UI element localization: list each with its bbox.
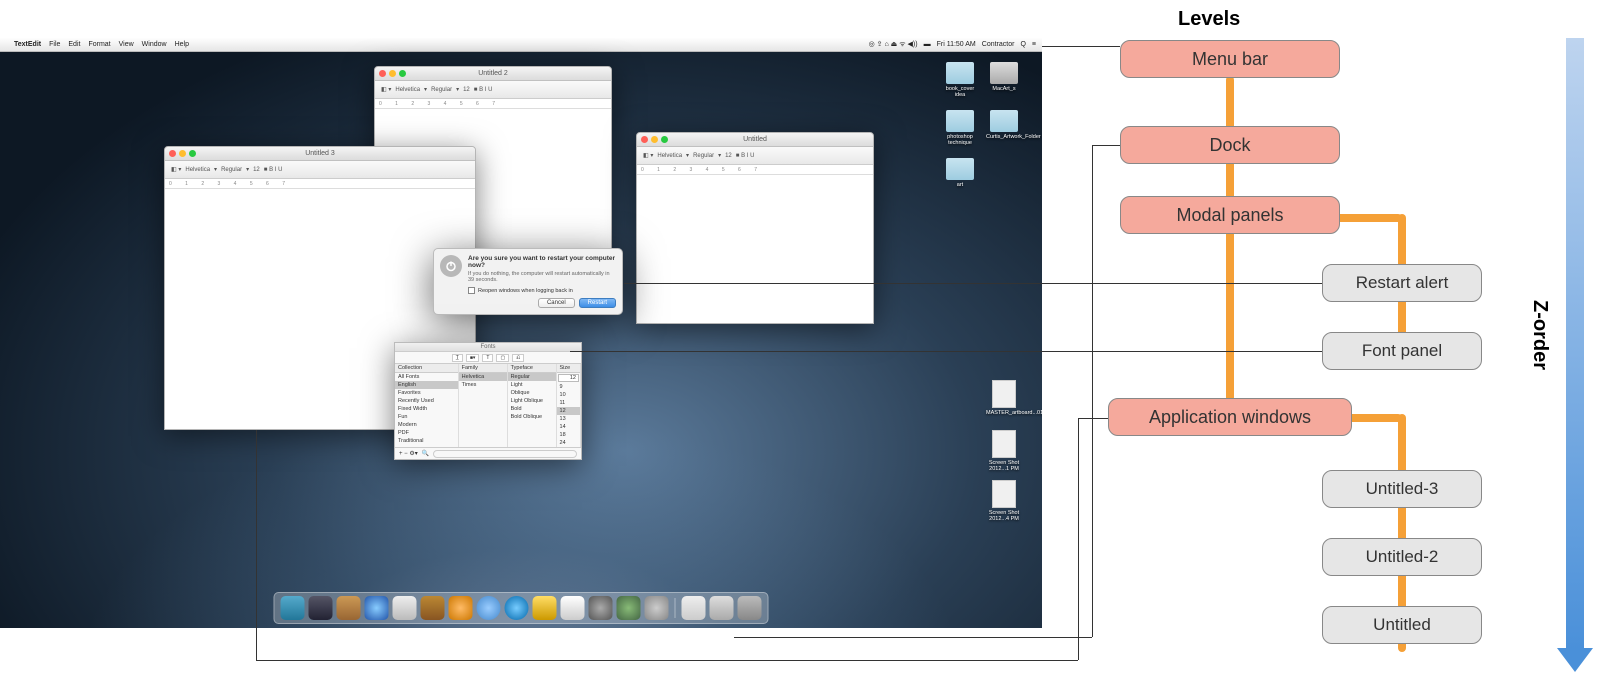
menubar-time[interactable]: Fri 11:50 AM (937, 41, 976, 48)
format-toolbar[interactable]: ◧ ▾ Helvetica▾ Regular▾ 12 ■ B I U (637, 147, 873, 165)
z-order-arrow (1566, 38, 1584, 650)
level-dock: Dock (1120, 126, 1340, 164)
callout-line (256, 430, 257, 660)
titlebar[interactable]: Untitled (637, 133, 873, 147)
menu-file[interactable]: File (49, 41, 60, 48)
arrowhead-icon (1557, 648, 1593, 672)
sub-untitled-3: Untitled-3 (1322, 470, 1482, 508)
level-menubar: Menu bar (1120, 40, 1340, 78)
dock-textedit-icon[interactable] (682, 596, 706, 620)
ruler: 0 1 2 3 4 5 6 7 (375, 99, 611, 109)
alert-subtext: If you do nothing, the computer will res… (468, 271, 616, 283)
sub-untitled: Untitled (1322, 606, 1482, 644)
file-icon[interactable] (992, 430, 1016, 458)
checkbox-icon[interactable] (468, 287, 475, 294)
callout-line (1078, 418, 1079, 660)
menu-view[interactable]: View (119, 41, 134, 48)
folder-icon[interactable] (946, 110, 974, 132)
diagram-title: Levels (1178, 8, 1240, 31)
format-toolbar[interactable]: ◧ ▾ Helvetica▾ Regular▾ 12 ■ B I U (165, 161, 475, 179)
alert-heading: Are you sure you want to restart your co… (468, 255, 616, 269)
callout-line (1078, 418, 1108, 419)
dock-timemachine-icon[interactable] (617, 596, 641, 620)
file-icon[interactable] (992, 480, 1016, 508)
dock-preferences-icon[interactable] (645, 596, 669, 620)
level-modal-panels: Modal panels (1120, 196, 1340, 234)
font-panel-title: Fonts (395, 343, 581, 352)
menu-help[interactable]: Help (175, 41, 189, 48)
status-icons[interactable]: ◎ ⇪ ⌂ ⏏ ᯤ ◀)) (869, 40, 918, 49)
titlebar[interactable]: Untitled 2 (375, 67, 611, 81)
cancel-button[interactable]: Cancel (538, 298, 575, 308)
dock-trash-icon[interactable] (738, 596, 762, 620)
ruler: 0 1 2 3 4 5 6 7 (165, 179, 475, 189)
z-order-label: Z-order (1528, 300, 1551, 370)
window-title: Untitled 3 (305, 150, 335, 157)
level-application-windows: Application windows (1108, 398, 1352, 436)
callout-line (570, 351, 1322, 352)
sub-untitled-2: Untitled-2 (1322, 538, 1482, 576)
power-icon (440, 255, 462, 277)
dock-finder-icon[interactable] (281, 596, 305, 620)
ruler: 0 1 2 3 4 5 6 7 (637, 165, 873, 175)
callout-line (624, 283, 1322, 284)
dock-missioncontrol-icon[interactable] (337, 596, 361, 620)
callout-line (1092, 145, 1093, 637)
drive-icon[interactable] (990, 62, 1018, 84)
menu-format[interactable]: Format (88, 41, 110, 48)
restart-button[interactable]: Restart (579, 298, 616, 308)
window-title: Untitled 2 (478, 70, 508, 77)
menu-edit[interactable]: Edit (68, 41, 80, 48)
font-panel-toolbar[interactable]: T̲■▾T▢⎌ (395, 352, 581, 364)
spotlight-icon[interactable]: Q (1020, 41, 1025, 48)
collection-buttons[interactable]: + − ⚙▾ (399, 450, 418, 457)
sub-font-panel: Font panel (1322, 332, 1482, 370)
font-search-input[interactable] (433, 450, 577, 458)
font-size-input[interactable]: 12 (558, 374, 579, 382)
titlebar[interactable]: Untitled 3 (165, 147, 475, 161)
reopen-windows-checkbox[interactable]: Reopen windows when logging back in (468, 287, 616, 294)
folder-icon[interactable] (946, 62, 974, 84)
format-toolbar[interactable]: ◧ ▾ Helvetica▾ Regular▾ 12 ■ B I U (375, 81, 611, 99)
dock[interactable] (274, 592, 769, 624)
callout-line (734, 637, 1092, 638)
macos-desktop: TextEdit File Edit Format View Window He… (0, 38, 1042, 628)
file-icon[interactable] (992, 380, 1016, 408)
folder-icon[interactable] (946, 158, 974, 180)
dock-calendar-icon[interactable] (561, 596, 585, 620)
dock-launchpad-icon[interactable] (309, 596, 333, 620)
document-body[interactable] (637, 175, 873, 321)
dock-mail-icon[interactable] (393, 596, 417, 620)
callout-line (1042, 46, 1120, 47)
folder-icon[interactable] (990, 110, 1018, 132)
dock-contacts-icon[interactable] (421, 596, 445, 620)
dock-downloads-icon[interactable] (710, 596, 734, 620)
dock-reminders-icon[interactable] (533, 596, 557, 620)
menu-window[interactable]: Window (142, 41, 167, 48)
dock-itunes-icon[interactable] (449, 596, 473, 620)
window-title: Untitled (743, 136, 767, 143)
callout-line (256, 660, 1078, 661)
font-panel[interactable]: Fonts T̲■▾T▢⎌ Collection All Fonts Engli… (394, 342, 582, 460)
menu-bar[interactable]: TextEdit File Edit Format View Window He… (0, 38, 1042, 52)
restart-alert-dialog: Are you sure you want to restart your co… (433, 248, 623, 315)
dock-facetime-icon[interactable] (505, 596, 529, 620)
dock-appstore-icon[interactable] (589, 596, 613, 620)
app-menu[interactable]: TextEdit (14, 41, 41, 48)
window-untitled[interactable]: Untitled ◧ ▾ Helvetica▾ Regular▾ 12 ■ B … (636, 132, 874, 324)
search-icon: 🔍 (422, 450, 429, 457)
menubar-user[interactable]: Contractor (982, 41, 1015, 48)
flag-icon[interactable]: ▬ (924, 41, 931, 48)
dock-safari-icon[interactable] (365, 596, 389, 620)
notification-center-icon[interactable]: ≡ (1032, 41, 1036, 48)
sub-restart-alert: Restart alert (1322, 264, 1482, 302)
dock-messages-icon[interactable] (477, 596, 501, 620)
callout-line (1092, 145, 1120, 146)
